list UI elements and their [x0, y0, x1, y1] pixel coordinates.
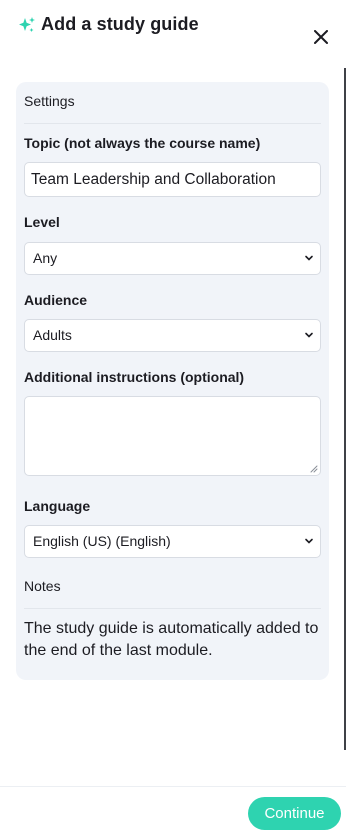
chevron-down-icon: [305, 332, 313, 338]
settings-heading: Settings: [24, 93, 75, 109]
notes-text: The study guide is automatically added t…: [24, 620, 319, 659]
audience-selected-value: Adults: [33, 327, 72, 343]
close-icon: [314, 30, 328, 44]
language-label: Language: [24, 498, 91, 514]
dialog-header: Add a study guide: [0, 0, 346, 60]
dialog-title: Add a study guide: [41, 14, 199, 34]
divider: [24, 123, 321, 124]
level-selected-value: Any: [33, 250, 58, 266]
resize-grip-icon[interactable]: [309, 464, 318, 473]
divider: [24, 608, 321, 609]
level-label: Level: [24, 214, 60, 230]
continue-button[interactable]: Continue: [248, 797, 341, 830]
language-select[interactable]: English (US) (English): [24, 525, 321, 558]
footer-divider: [0, 786, 346, 787]
audience-select[interactable]: Adults: [24, 319, 321, 352]
audience-label: Audience: [24, 292, 88, 308]
close-button[interactable]: [310, 26, 332, 48]
notes-heading: Notes: [24, 578, 61, 594]
sparkle-icon: [19, 17, 35, 32]
topic-input[interactable]: Team Leadership and Collaboration: [24, 162, 321, 197]
chevron-down-icon: [305, 255, 313, 261]
language-selected-value: English (US) (English): [33, 533, 171, 549]
settings-panel: Settings Topic (not always the course na…: [16, 82, 329, 680]
instructions-label: Additional instructions (optional): [24, 369, 245, 385]
topic-label: Topic (not always the course name): [24, 135, 261, 151]
level-select[interactable]: Any: [24, 242, 321, 275]
instructions-textarea[interactable]: [24, 396, 321, 476]
chevron-down-icon: [305, 538, 313, 544]
